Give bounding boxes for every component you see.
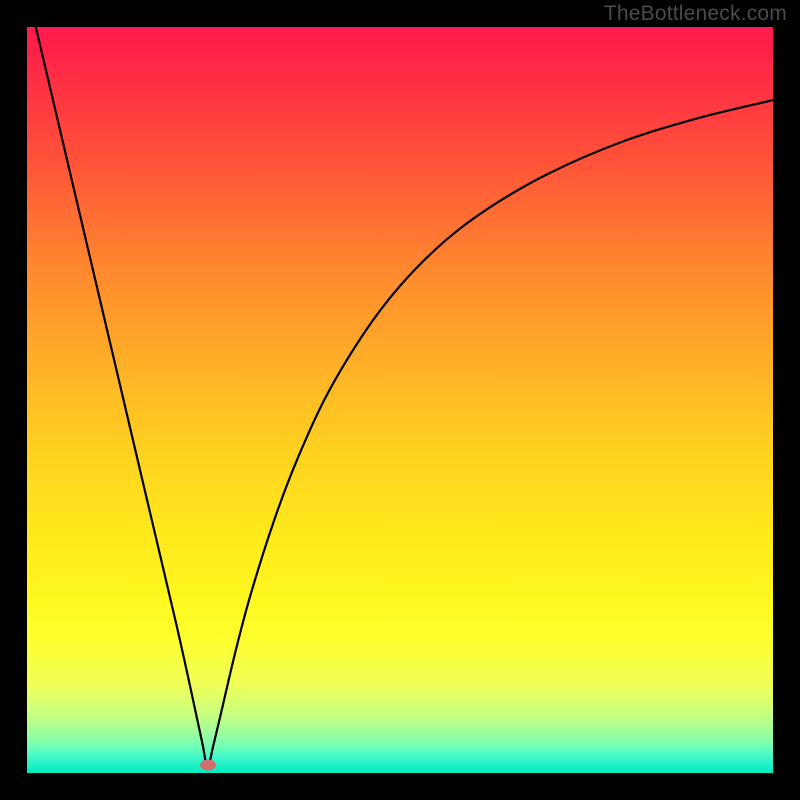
watermark-text: TheBottleneck.com	[604, 2, 787, 26]
chart-frame: TheBottleneck.com	[0, 0, 800, 800]
optimal-point-marker	[200, 759, 216, 770]
plot-area	[27, 27, 773, 773]
bottleneck-curve	[27, 27, 773, 773]
